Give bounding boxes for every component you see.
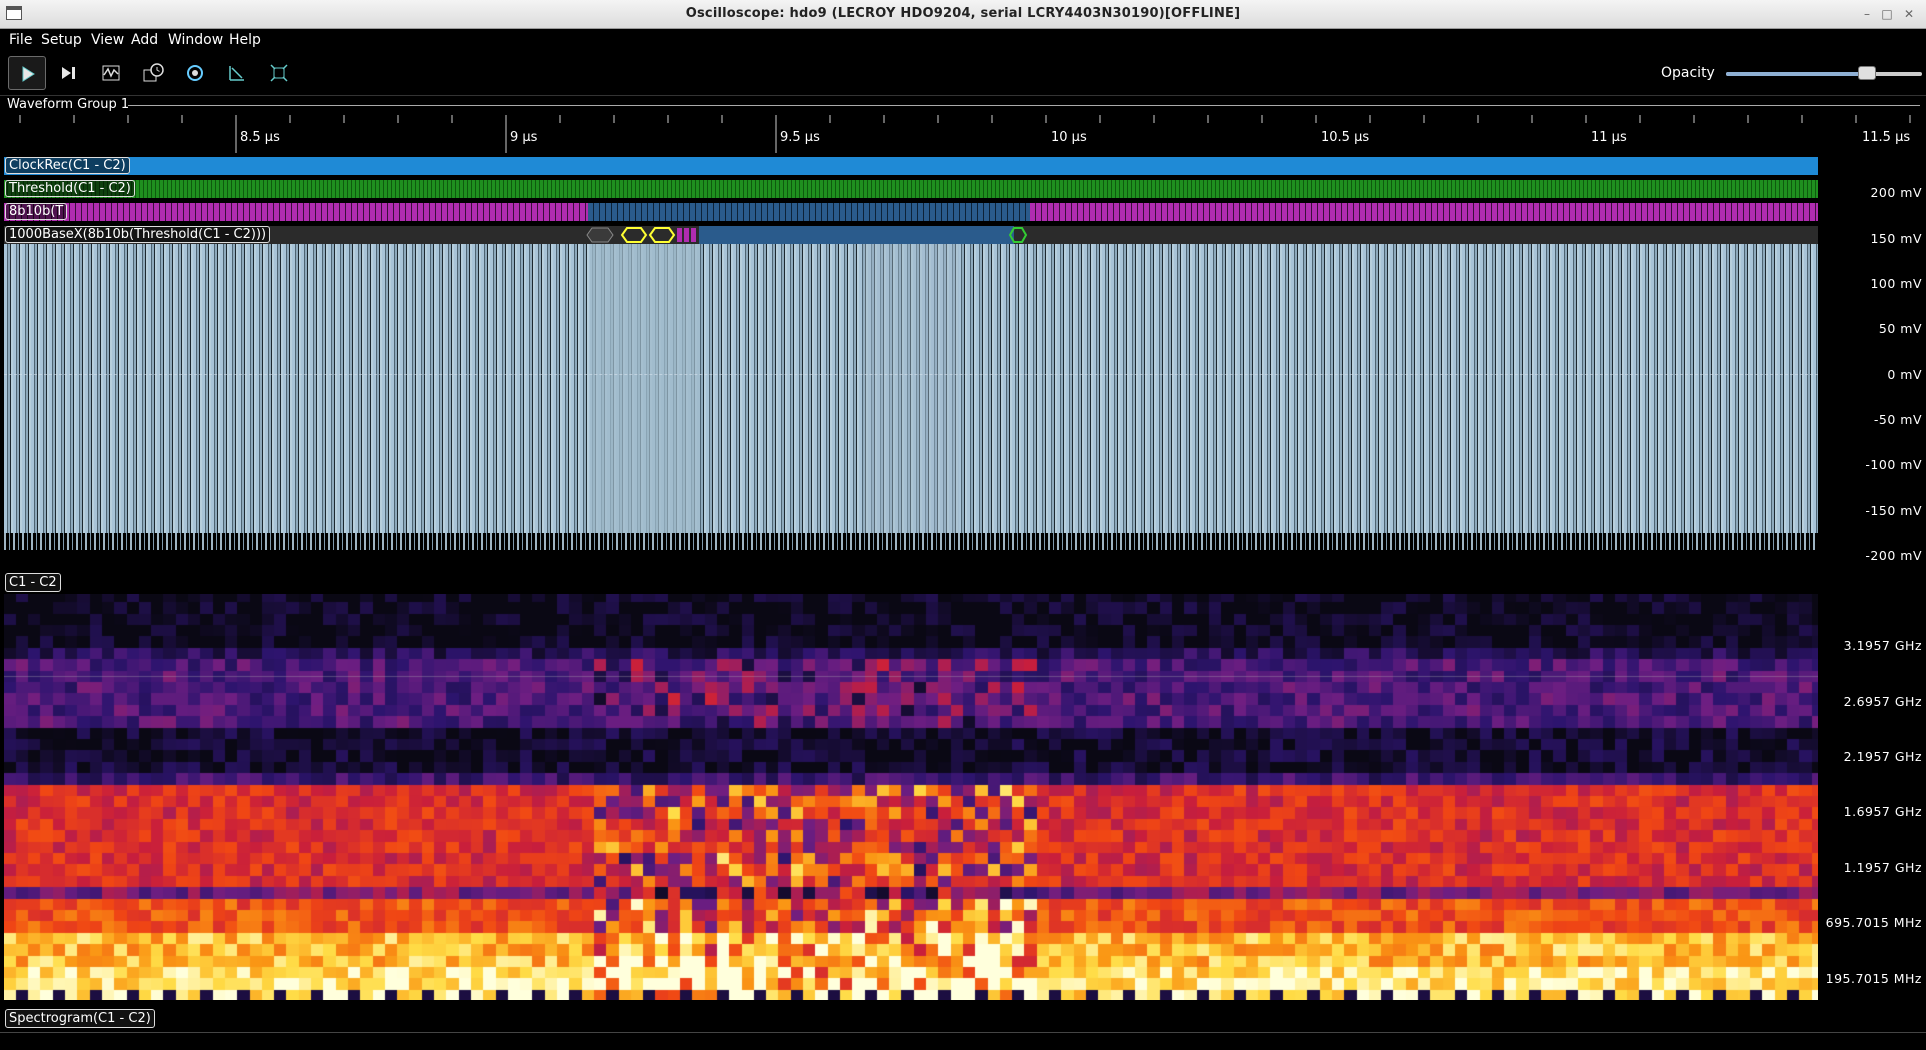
time-tick-label: 11.5 µs: [1862, 130, 1910, 145]
menu-view[interactable]: View: [91, 32, 124, 48]
waveform-dense-region: [590, 241, 700, 541]
minimize-button[interactable]: –: [1858, 6, 1876, 22]
force-trigger-button[interactable]: [92, 56, 130, 90]
window-title: Oscilloscope: hdo9 (LECROY HDO9204, seri…: [685, 6, 1241, 21]
start-trigger-button[interactable]: [8, 56, 46, 90]
channel-label[interactable]: C1 - C2: [5, 573, 61, 592]
time-tick-label: 8.5 µs: [240, 130, 280, 145]
fullscreen-button[interactable]: [260, 56, 298, 90]
clockrec-label[interactable]: ClockRec(C1 - C2): [5, 157, 130, 174]
bottom-divider: [0, 1032, 1926, 1033]
freq-axis-label: 2.1957 GHz: [1843, 749, 1922, 764]
clockrec-row[interactable]: ClockRec(C1 - C2): [4, 157, 1818, 175]
time-ruler[interactable]: 8.5 µs 9 µs 9.5 µs 10 µs 10.5 µs 11 µs 11.5 µs: [0, 113, 1926, 153]
decode-8b10b-label[interactable]: 8b10b(T: [5, 203, 68, 220]
decode-8b10b-row[interactable]: 8b10b(T: [4, 203, 1818, 221]
waveform-dense-region: [864, 241, 959, 541]
y-axis-label: 50 mV: [1878, 321, 1922, 336]
window-titlebar: Oscilloscope: hdo9 (LECROY HDO9204, seri…: [0, 0, 1926, 29]
opacity-slider[interactable]: [1726, 66, 1922, 80]
packet-end-symbol[interactable]: [1008, 227, 1028, 243]
play-icon: [22, 66, 35, 82]
freq-axis-label: 1.6957 GHz: [1843, 804, 1922, 819]
y-axis-label: 100 mV: [1870, 276, 1922, 291]
packet-idle-symbol[interactable]: [584, 227, 616, 243]
refresh-icon: [187, 65, 203, 81]
opacity-slider-fill: [1726, 72, 1868, 76]
measure-button[interactable]: [218, 56, 256, 90]
packet-header-symbol[interactable]: [676, 227, 700, 243]
expand-icon: [270, 64, 288, 82]
opacity-slider-thumb[interactable]: [1858, 66, 1877, 80]
opacity-label: Opacity: [1661, 65, 1715, 81]
time-tick-label: 9 µs: [510, 130, 538, 145]
time-tick-label: 11 µs: [1591, 130, 1627, 145]
y-axis-label: 150 mV: [1870, 231, 1922, 246]
freq-axis-label: 195.7015 MHz: [1825, 971, 1922, 986]
time-ruler-ticks: 8.5 µs 9 µs 9.5 µs 10 µs 10.5 µs 11 µs 11.5 µs: [19, 115, 1911, 153]
menu-setup[interactable]: Setup: [41, 32, 82, 48]
control-symbol-region: [588, 203, 1030, 221]
toolbar: Opacity: [0, 51, 1926, 96]
packet-sfd-symbol[interactable]: [648, 227, 676, 243]
waveform-icon: [102, 65, 120, 81]
sync-button[interactable]: [176, 56, 214, 90]
menu-help[interactable]: Help: [229, 32, 261, 48]
y-axis-label: -100 mV: [1865, 457, 1922, 472]
y-axis-label: -150 mV: [1865, 503, 1922, 518]
history-button[interactable]: [134, 56, 172, 90]
menu-file[interactable]: File: [9, 32, 32, 48]
menu-window[interactable]: Window: [168, 32, 223, 48]
time-tick-label: 10.5 µs: [1321, 130, 1369, 145]
maximize-button[interactable]: □: [1878, 6, 1896, 22]
time-tick-label: 9.5 µs: [780, 130, 820, 145]
packet-preamble-symbol[interactable]: [620, 227, 648, 243]
step-forward-icon: [62, 67, 75, 79]
clock-icon: [143, 63, 164, 82]
threshold-label[interactable]: Threshold(C1 - C2): [5, 180, 135, 197]
spectrogram-label[interactable]: Spectrogram(C1 - C2): [5, 1009, 155, 1028]
packet-data-segment: [699, 226, 1014, 244]
waveform-troughs: [4, 533, 1818, 550]
freq-axis-label: 3.1957 GHz: [1843, 638, 1922, 653]
decode-1000basex-label[interactable]: 1000BaseX(8b10b(Threshold(C1 - C2))): [5, 226, 271, 243]
y-axis-label: -200 mV: [1865, 548, 1922, 563]
spectrogram-view[interactable]: [4, 594, 1818, 1000]
freq-axis-label: 695.7015 MHz: [1825, 915, 1922, 930]
y-axis-label: 0 mV: [1887, 367, 1922, 382]
menu-bar: File Setup View Add Window Help: [0, 29, 1926, 51]
close-button[interactable]: ✕: [1900, 6, 1918, 22]
freq-axis-label: 2.6957 GHz: [1843, 694, 1922, 709]
freq-axis-label: 1.1957 GHz: [1843, 860, 1922, 875]
cursor-icon: [229, 66, 244, 81]
zero-line: [4, 374, 1818, 376]
waveform-group-label: Waveform Group 1: [7, 97, 130, 112]
threshold-row[interactable]: Threshold(C1 - C2): [4, 180, 1818, 198]
menu-add[interactable]: Add: [131, 32, 158, 48]
spectrogram-heatmap: [4, 594, 1818, 1000]
decode-1000basex-row[interactable]: 1000BaseX(8b10b(Threshold(C1 - C2))): [4, 226, 1818, 244]
group-divider: [128, 105, 1920, 106]
y-axis-label: -50 mV: [1873, 412, 1922, 427]
y-axis-label: 200 mV: [1870, 185, 1922, 200]
time-tick-label: 10 µs: [1051, 130, 1087, 145]
single-trigger-button[interactable]: [50, 56, 88, 90]
